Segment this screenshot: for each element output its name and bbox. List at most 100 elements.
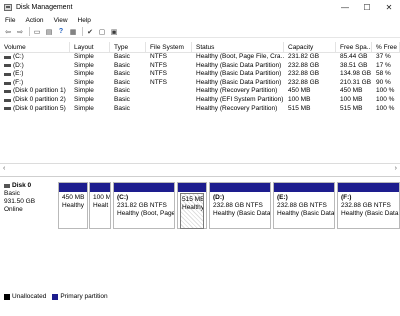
volume-icon	[4, 90, 11, 94]
legend-primary: Primary partition	[52, 293, 108, 300]
menu-view[interactable]: View	[54, 17, 68, 24]
partition-info: (E:) 232.88 GB NTFS Healthy (Basic Data	[274, 192, 334, 218]
scroll-left-icon[interactable]: ‹	[3, 165, 5, 172]
cell-capacity: 100 MB	[288, 95, 311, 103]
cell-percent-free: 17 %	[376, 61, 391, 69]
cell-status: Healthy (Recovery Partition)	[196, 104, 278, 112]
volume-label: (Disk 0 partition 2)	[13, 95, 66, 103]
partition-size: 232.88 GB NTFS	[341, 202, 391, 209]
partition-status: Healthy (Basic Data	[213, 210, 270, 217]
menu-file[interactable]: File	[5, 17, 15, 24]
volume-icon	[4, 107, 11, 111]
disk-0-label[interactable]: Disk 0 Basic 931.50 GB Online	[4, 182, 54, 214]
volume-icon	[4, 72, 11, 76]
title-bar: Disk Management — ☐ ✕	[0, 0, 400, 14]
partition-block[interactable]: (F:) 232.88 GB NTFS Healthy (Basic Data	[337, 182, 400, 229]
partition-title: (D:)	[213, 194, 225, 201]
col-type[interactable]: Type	[110, 42, 146, 52]
menu-action[interactable]: Action	[25, 17, 43, 24]
legend-unallocated-label: Unallocated	[12, 293, 47, 300]
cell-layout: Simple	[74, 70, 94, 78]
forward-arrow-icon[interactable]: ⇨	[15, 27, 25, 37]
volume-icon	[4, 98, 11, 102]
table-row[interactable]: (D:) Simple Basic NTFS Healthy (Basic Data P…	[0, 62, 400, 71]
partition-block[interactable]: 515 MB Healthy	[177, 182, 207, 229]
cell-layout: Simple	[74, 53, 94, 60]
table-row[interactable]: (Disk 0 partition 5) Simple Basic Healthy (…	[0, 105, 400, 114]
cell-type: Basic	[114, 95, 130, 103]
window-title: Disk Management	[16, 3, 73, 11]
table-row[interactable]: (C:) Simple Basic NTFS Healthy (Boot, Page F…	[0, 53, 400, 62]
partition-size: 100 M	[93, 194, 110, 201]
cell-capacity: 450 MB	[288, 87, 311, 95]
col-status[interactable]: Status	[192, 42, 284, 52]
table-row[interactable]: (F:) Simple Basic NTFS Healthy (Basic Data P…	[0, 79, 400, 88]
partition-block[interactable]: (C:) 231.82 GB NTFS Healthy (Boot, Page	[113, 182, 175, 229]
col-percent-free[interactable]: % Free	[372, 42, 400, 52]
show-hide-console-tree-icon[interactable]: ▭	[32, 27, 42, 37]
partition-stripe	[90, 183, 110, 192]
disk-view-icon[interactable]: ▣	[109, 27, 119, 37]
rescan-disks-icon[interactable]: ▢	[97, 27, 107, 37]
cell-free-space: 100 MB	[340, 95, 363, 103]
horizontal-scrollbar[interactable]: ‹ ›	[0, 163, 400, 172]
help-icon[interactable]: ?	[56, 27, 66, 37]
col-layout[interactable]: Layout	[70, 42, 110, 52]
cell-layout: Simple	[74, 61, 94, 69]
scroll-right-icon[interactable]: ›	[395, 165, 397, 172]
minimize-button[interactable]: —	[334, 0, 356, 14]
disk-size: 931.50 GB	[4, 198, 36, 205]
partition-block[interactable]: (D:) 232.88 GB NTFS Healthy (Basic Data	[209, 182, 271, 229]
table-row[interactable]: (Disk 0 partition 2) Simple Basic Healthy (…	[0, 96, 400, 105]
close-button[interactable]: ✕	[378, 0, 400, 14]
volume-rows: (C:) Simple Basic NTFS Healthy (Boot, Page F…	[0, 53, 400, 113]
partition-size: 232.88 GB NTFS	[277, 202, 327, 209]
cell-file-system: NTFS	[150, 53, 167, 60]
volume-label: (E:)	[13, 70, 24, 78]
legend-primary-swatch	[52, 293, 59, 300]
disk-name: Disk 0	[12, 182, 32, 189]
disk-type: Basic	[4, 190, 20, 197]
table-row[interactable]: (Disk 0 partition 1) Simple Basic Healthy (…	[0, 87, 400, 96]
toolbar: ⇦ ⇨ ▭ ▤ ? ▦ ✔ ▢ ▣	[0, 26, 400, 38]
partition-block[interactable]: (E:) 232.88 GB NTFS Healthy (Basic Data	[273, 182, 335, 229]
legend-primary-label: Primary partition	[60, 293, 108, 300]
properties-icon[interactable]: ▤	[44, 27, 54, 37]
partition-block[interactable]: 450 MB Healthy	[58, 182, 88, 229]
cell-status: Healthy (Recovery Partition)	[196, 87, 278, 95]
cell-layout: Simple	[74, 104, 94, 112]
partition-size: 450 MB	[62, 194, 85, 201]
cell-type: Basic	[114, 78, 130, 86]
legend: Unallocated Primary partition	[4, 293, 114, 300]
col-file-system[interactable]: File System	[146, 42, 192, 52]
col-capacity[interactable]: Capacity	[284, 42, 336, 52]
partition-block[interactable]: 100 M Healt	[89, 182, 111, 229]
partition-status: Healthy (Boot, Page	[117, 210, 174, 217]
cell-layout: Simple	[74, 95, 94, 103]
partition-info: 450 MB Healthy	[59, 192, 87, 210]
table-row[interactable]: (E:) Simple Basic NTFS Healthy (Basic Data P…	[0, 70, 400, 79]
menu-help[interactable]: Help	[78, 17, 91, 24]
cell-status: Healthy (Boot, Page File, Cra...	[196, 53, 284, 60]
partition-size: 515 MB	[182, 196, 204, 203]
volume-label: (Disk 0 partition 5)	[13, 104, 66, 112]
cell-layout: Simple	[74, 78, 94, 86]
col-free-space[interactable]: Free Spa...	[336, 42, 372, 52]
partition-info: (C:) 231.82 GB NTFS Healthy (Boot, Page	[114, 192, 174, 218]
col-volume[interactable]: Volume	[0, 42, 70, 52]
cell-volume: (Disk 0 partition 5)	[0, 105, 70, 114]
cell-layout: Simple	[74, 87, 94, 95]
window-controls: — ☐ ✕	[334, 0, 400, 14]
volume-icon	[4, 55, 11, 59]
back-arrow-icon[interactable]: ⇦	[3, 27, 13, 37]
list-view-icon[interactable]: ▦	[68, 27, 78, 37]
cell-percent-free: 58 %	[376, 70, 391, 78]
maximize-button[interactable]: ☐	[356, 0, 378, 14]
cell-status: Healthy (Basic Data Partition)	[196, 61, 282, 69]
volume-label: (Disk 0 partition 1)	[13, 87, 66, 95]
cell-status: Healthy (Basic Data Partition)	[196, 70, 282, 78]
disk-icon	[4, 184, 10, 188]
partition-info: (D:) 232.88 GB NTFS Healthy (Basic Data	[210, 192, 270, 218]
volume-label: (C:)	[13, 53, 24, 60]
check-icon[interactable]: ✔	[85, 27, 95, 37]
